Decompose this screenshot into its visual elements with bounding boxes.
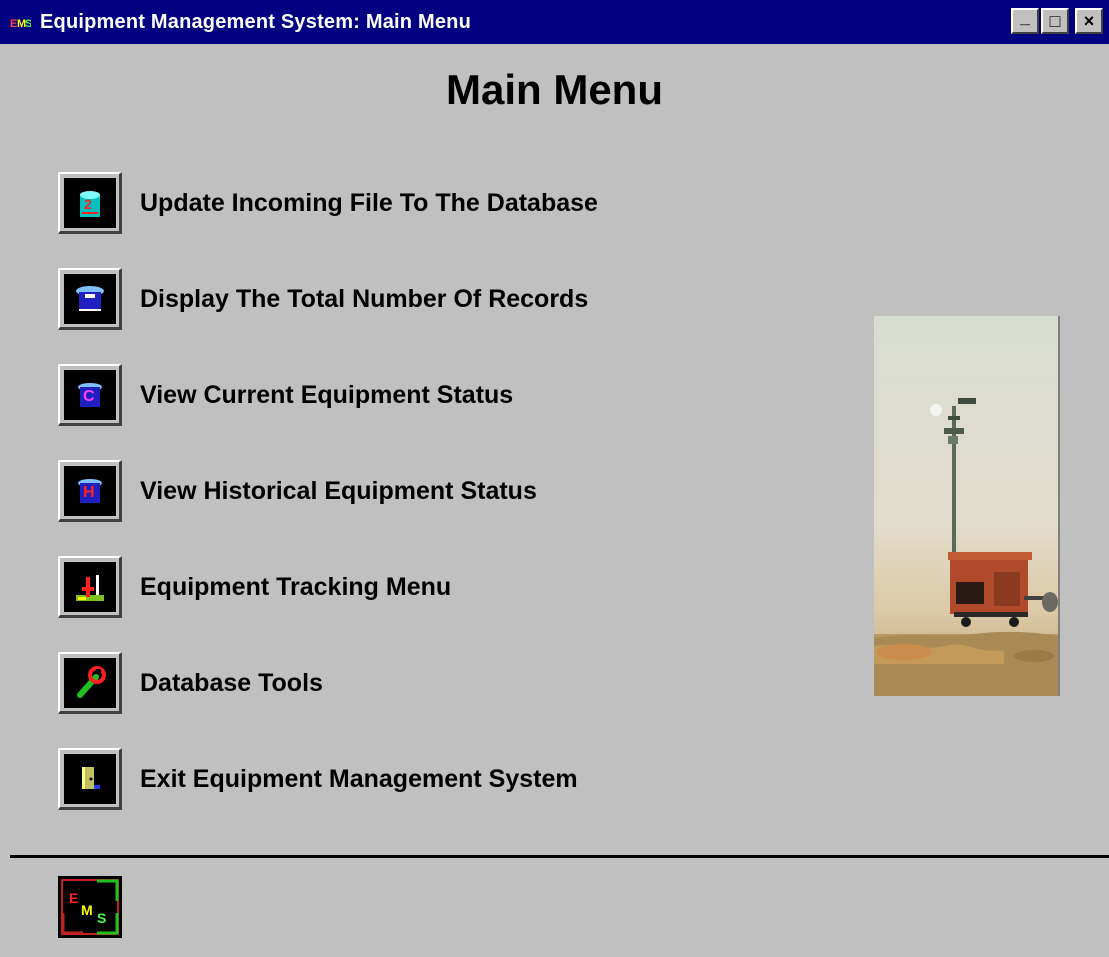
menu-item-total-records[interactable]: Display The Total Number Of Records bbox=[58, 268, 588, 330]
database-count-icon bbox=[75, 285, 104, 311]
menu-item-tracking[interactable]: Equipment Tracking Menu bbox=[58, 556, 451, 618]
exit-button[interactable] bbox=[58, 748, 122, 810]
menu-item-label[interactable]: Exit Equipment Management System bbox=[140, 765, 578, 794]
page-title: Main Menu bbox=[446, 66, 663, 113]
menu-item-update-incoming[interactable]: 2 Update Incoming File To The Database bbox=[58, 172, 598, 234]
ems-app-icon[interactable]: E M S bbox=[8, 10, 32, 34]
current-status-button[interactable]: C bbox=[58, 364, 122, 426]
menu-item-label[interactable]: Display The Total Number Of Records bbox=[140, 285, 588, 314]
logo-letter-e: E bbox=[69, 890, 78, 906]
window-title: Equipment Management System: Main Menu bbox=[40, 10, 471, 33]
svg-text:C: C bbox=[83, 388, 95, 405]
database-tools-button[interactable] bbox=[58, 652, 122, 714]
update-incoming-button[interactable]: 2 bbox=[58, 172, 122, 234]
menu-item-label[interactable]: Update Incoming File To The Database bbox=[140, 189, 598, 218]
svg-text:S: S bbox=[25, 18, 31, 30]
maximize-icon: □ bbox=[1049, 10, 1061, 31]
close-icon: × bbox=[1083, 10, 1095, 31]
menu-item-database-tools[interactable]: Database Tools bbox=[58, 652, 323, 714]
logo-letter-m: M bbox=[81, 902, 93, 918]
maximize-button[interactable]: □ bbox=[1041, 8, 1069, 34]
tracking-icon bbox=[75, 574, 104, 601]
close-button[interactable]: × bbox=[1075, 8, 1103, 34]
tracking-button[interactable] bbox=[58, 556, 122, 618]
history-status-icon: H bbox=[77, 478, 102, 503]
total-records-button[interactable] bbox=[58, 268, 122, 330]
wrench-icon bbox=[76, 665, 106, 698]
menu-item-exit[interactable]: Exit Equipment Management System bbox=[58, 748, 578, 810]
menu-item-label[interactable]: Database Tools bbox=[140, 669, 323, 698]
menu-item-label[interactable]: View Current Equipment Status bbox=[140, 381, 513, 410]
svg-text:H: H bbox=[83, 484, 95, 501]
logo-letter-s: S bbox=[97, 910, 106, 926]
window-controls: _ □ × bbox=[1011, 6, 1103, 34]
footer-divider bbox=[10, 855, 1109, 858]
ems-logo: E M S bbox=[58, 876, 122, 938]
svg-text:2: 2 bbox=[84, 196, 92, 212]
minimize-button[interactable]: _ bbox=[1011, 6, 1039, 34]
menu-item-current-status[interactable]: C View Current Equipment Status bbox=[58, 364, 513, 426]
menu-item-label[interactable]: Equipment Tracking Menu bbox=[140, 573, 451, 602]
historical-status-button[interactable]: H bbox=[58, 460, 122, 522]
exit-door-icon bbox=[81, 766, 100, 789]
current-status-icon: C bbox=[77, 382, 102, 407]
menu-item-label[interactable]: View Historical Equipment Status bbox=[140, 477, 537, 506]
menu-item-historical-status[interactable]: H View Historical Equipment Status bbox=[58, 460, 537, 522]
database-update-icon: 2 bbox=[79, 190, 100, 217]
title-bar: E M S Equipment Management System: Main … bbox=[0, 0, 1109, 44]
minimize-icon: _ bbox=[1019, 6, 1030, 27]
equipment-photo bbox=[874, 316, 1060, 696]
